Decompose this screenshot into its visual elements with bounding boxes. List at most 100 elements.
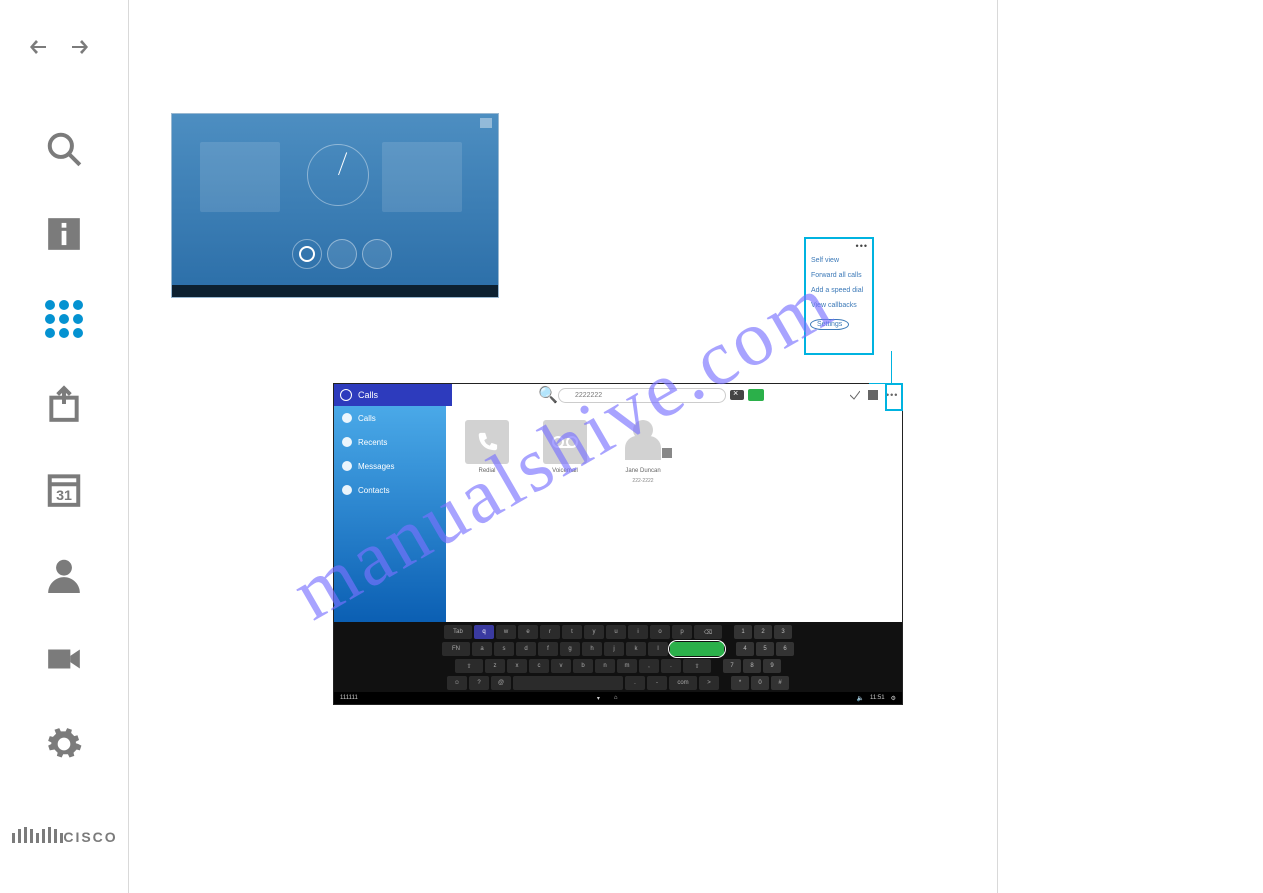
key-com[interactable]: com — [669, 676, 697, 690]
more-icon: ••• — [806, 239, 872, 253]
menu-item-speed-dial[interactable]: Add a speed dial — [806, 283, 872, 298]
numkey-5[interactable]: 5 — [756, 642, 774, 656]
phone-sb-calls[interactable]: Calls — [334, 406, 446, 430]
key-dot[interactable]: . — [661, 659, 681, 673]
key-comma[interactable]: , — [639, 659, 659, 673]
key-i[interactable]: i — [628, 625, 648, 639]
numkey-0[interactable]: 0 — [751, 676, 769, 690]
key-dot2[interactable]: . — [625, 676, 645, 690]
home-tile-right — [382, 142, 462, 212]
numkey-7[interactable]: 7 — [723, 659, 741, 673]
key-y[interactable]: y — [584, 625, 604, 639]
phone-sb-recents[interactable]: Recents — [334, 430, 446, 454]
numkey-4[interactable]: 4 — [736, 642, 754, 656]
missed-call-icon[interactable] — [850, 390, 860, 400]
numkey-1[interactable]: 1 — [734, 625, 752, 639]
tile-voicemail[interactable]: Voicemail — [538, 420, 592, 608]
dialpad-icon[interactable] — [40, 295, 88, 343]
call-button[interactable] — [748, 389, 764, 401]
battery-icon — [480, 118, 492, 128]
key-shift-l[interactable]: ⇧ — [455, 659, 483, 673]
key-c[interactable]: c — [529, 659, 549, 673]
key-f[interactable]: f — [538, 642, 558, 656]
prev-arrow-icon[interactable] — [30, 40, 46, 54]
share-icon[interactable] — [40, 380, 88, 428]
search-icon[interactable] — [40, 125, 88, 173]
key-call[interactable] — [670, 642, 724, 656]
key-r[interactable]: r — [540, 625, 560, 639]
key-h[interactable]: h — [582, 642, 602, 656]
numkey-3[interactable]: 3 — [774, 625, 792, 639]
dock-phone-icon — [292, 239, 322, 269]
key-at[interactable]: @ — [491, 676, 511, 690]
numkey-6[interactable]: 6 — [776, 642, 794, 656]
numkey-star[interactable]: * — [731, 676, 749, 690]
key-d[interactable]: d — [516, 642, 536, 656]
numkey-2[interactable]: 2 — [754, 625, 772, 639]
key-k[interactable]: k — [626, 642, 646, 656]
key-dash[interactable]: - — [647, 676, 667, 690]
screenshot-home — [171, 113, 499, 298]
key-a[interactable]: a — [472, 642, 492, 656]
key-j[interactable]: j — [604, 642, 624, 656]
key-s[interactable]: s — [494, 642, 514, 656]
search-input[interactable]: 2222222 — [558, 388, 726, 403]
phone-content: Redial Voicemail Jane Duncan 222-2222 — [446, 406, 902, 622]
key-o[interactable]: o — [650, 625, 670, 639]
numkey-9[interactable]: 9 — [763, 659, 781, 673]
key-m[interactable]: m — [617, 659, 637, 673]
key-g[interactable]: g — [560, 642, 580, 656]
key-qmark[interactable]: ? — [469, 676, 489, 690]
menu-item-settings[interactable]: Settings — [810, 319, 849, 330]
phone-sb-contacts[interactable]: Contacts — [334, 478, 446, 502]
person-icon[interactable] — [40, 550, 88, 598]
android-statusbar: 111111 ▾ ⌂ 🔈 11:51 ⚙ — [334, 692, 902, 704]
chevron-icon — [662, 448, 672, 458]
clock-icon — [307, 144, 369, 206]
search-wrap: 🔍 2222222 — [452, 385, 850, 405]
gear-icon[interactable] — [40, 720, 88, 768]
key-l[interactable]: l — [648, 642, 668, 656]
screenshot-phone-app: Calls 🔍 2222222 ••• Calls Recents Messag… — [333, 383, 903, 705]
key-space[interactable] — [513, 676, 623, 690]
tile-contact[interactable]: Jane Duncan 222-2222 — [616, 420, 670, 608]
key-e[interactable]: e — [518, 625, 538, 639]
menu-item-callbacks[interactable]: View callbacks — [806, 298, 872, 313]
key-n[interactable]: n — [595, 659, 615, 673]
tile-redial[interactable]: Redial — [460, 420, 514, 608]
info-icon[interactable] — [40, 210, 88, 258]
key-p[interactable]: p — [672, 625, 692, 639]
page-content: manualshive.com ••• Self view Forward al… — [128, 0, 998, 893]
phone-icon — [340, 389, 352, 401]
video-icon[interactable] — [40, 635, 88, 683]
menu-item-forward[interactable]: Forward all calls — [806, 268, 872, 283]
key-bksp[interactable]: ⌫ — [694, 625, 722, 639]
key-emoji[interactable]: ☺ — [447, 676, 467, 690]
cisco-logo: CISCO — [25, 810, 105, 860]
key-right[interactable]: > — [699, 676, 719, 690]
add-contact-icon[interactable] — [868, 390, 878, 400]
next-arrow-icon[interactable] — [72, 40, 88, 54]
key-v[interactable]: v — [551, 659, 571, 673]
menu-item-self-view[interactable]: Self view — [806, 253, 872, 268]
nav-back-icon[interactable]: ▾ — [597, 695, 600, 702]
backspace-button[interactable] — [730, 390, 744, 400]
key-shift-r[interactable]: ⇧ — [683, 659, 711, 673]
key-b[interactable]: b — [573, 659, 593, 673]
key-tab[interactable]: Tab — [444, 625, 472, 639]
key-t[interactable]: t — [562, 625, 582, 639]
calendar-icon[interactable]: 31 — [40, 465, 88, 513]
key-fn[interactable]: FN — [442, 642, 470, 656]
key-x[interactable]: x — [507, 659, 527, 673]
key-q[interactable]: q — [474, 625, 494, 639]
key-w[interactable]: w — [496, 625, 516, 639]
svg-text:31: 31 — [56, 488, 72, 504]
numkey-8[interactable]: 8 — [743, 659, 761, 673]
key-z[interactable]: z — [485, 659, 505, 673]
key-u[interactable]: u — [606, 625, 626, 639]
dock-apps-icon — [362, 239, 392, 269]
nav-home-icon[interactable]: ⌂ — [614, 695, 618, 701]
numkey-hash[interactable]: # — [771, 676, 789, 690]
app-sidebar: 31 CISCO — [0, 0, 128, 893]
phone-sb-messages[interactable]: Messages — [334, 454, 446, 478]
